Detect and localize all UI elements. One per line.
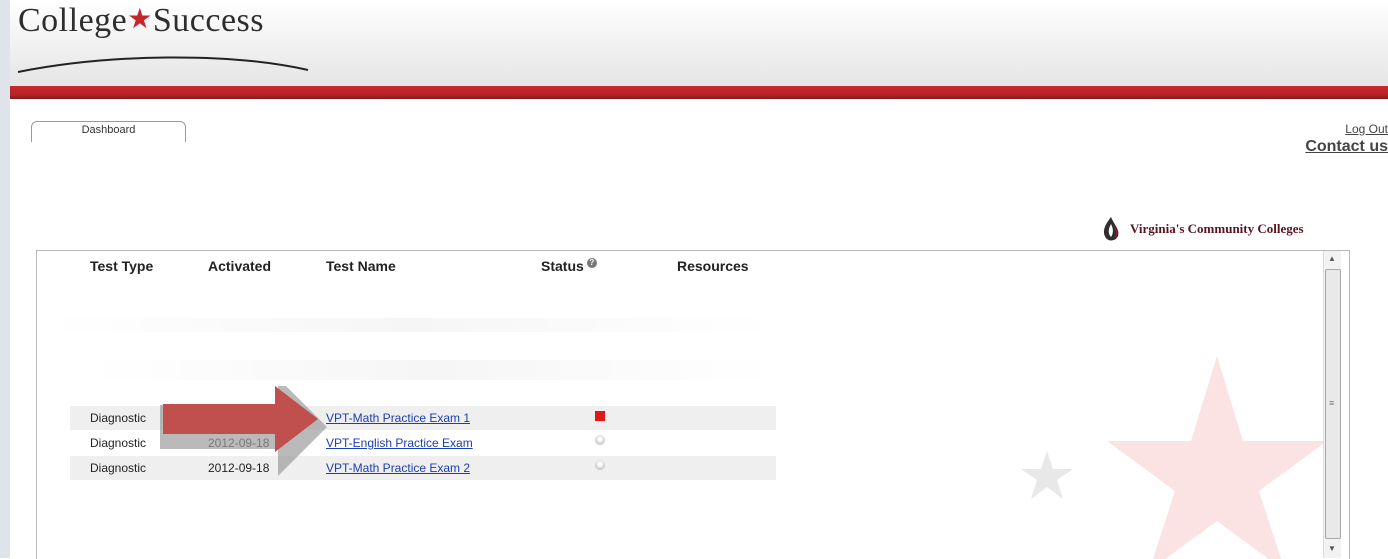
header-status-label: Status [541,258,584,274]
status-not-started-icon [595,460,605,470]
logout-link[interactable]: Log Out [1345,122,1388,136]
logo-swoosh-icon [18,56,309,73]
redacted-row [45,318,775,332]
left-frame-strip [0,0,10,558]
panel-scrollbar[interactable]: ▲ ≡ ▼ [1323,251,1341,558]
vccs-name: Virginia's Community Colleges [1130,221,1304,236]
header-test-name: Test Name [326,258,396,274]
scroll-thumb[interactable]: ≡ [1325,269,1341,539]
logo-text-right: Success [152,2,265,39]
row-test-type: Diagnostic [90,436,147,450]
scroll-down-icon[interactable]: ▼ [1328,544,1336,553]
star-watermark-icon [1021,356,1327,559]
test-name-link[interactable]: VPT-Math Practice Exam 2 [326,461,470,475]
redacted-row [90,360,775,380]
status-incomplete-icon [595,411,605,421]
header-red-band [10,86,1388,99]
test-name-link[interactable]: VPT-English Practice Exam [326,436,473,450]
logo-star-icon: ★ [127,4,153,35]
contact-us-link[interactable]: Contact us [1305,138,1388,156]
scroll-up-icon[interactable]: ▲ [1328,254,1336,263]
header-test-type: Test Type [90,258,154,274]
logo-text-left: College [18,2,128,39]
status-help-icon[interactable]: ? [586,258,597,268]
row-test-type: Diagnostic [90,461,147,475]
scroll-grip-icon: ≡ [1329,398,1335,408]
vccs-flame-icon [1103,217,1119,241]
status-not-started-icon [595,435,605,445]
header-status: Status? [541,258,597,274]
test-name-link[interactable]: VPT-Math Practice Exam 1 [326,411,470,425]
header-activated: Activated [208,258,272,274]
arrow-overlay-icon [160,386,327,476]
tab-dashboard-label: Dashboard [81,124,136,136]
vccs-logo: Virginia's Community Colleges [1100,216,1304,242]
row-test-type: Diagnostic [90,411,147,425]
tab-dashboard[interactable]: Dashboard [31,121,186,142]
header-resources: Resources [677,258,749,274]
